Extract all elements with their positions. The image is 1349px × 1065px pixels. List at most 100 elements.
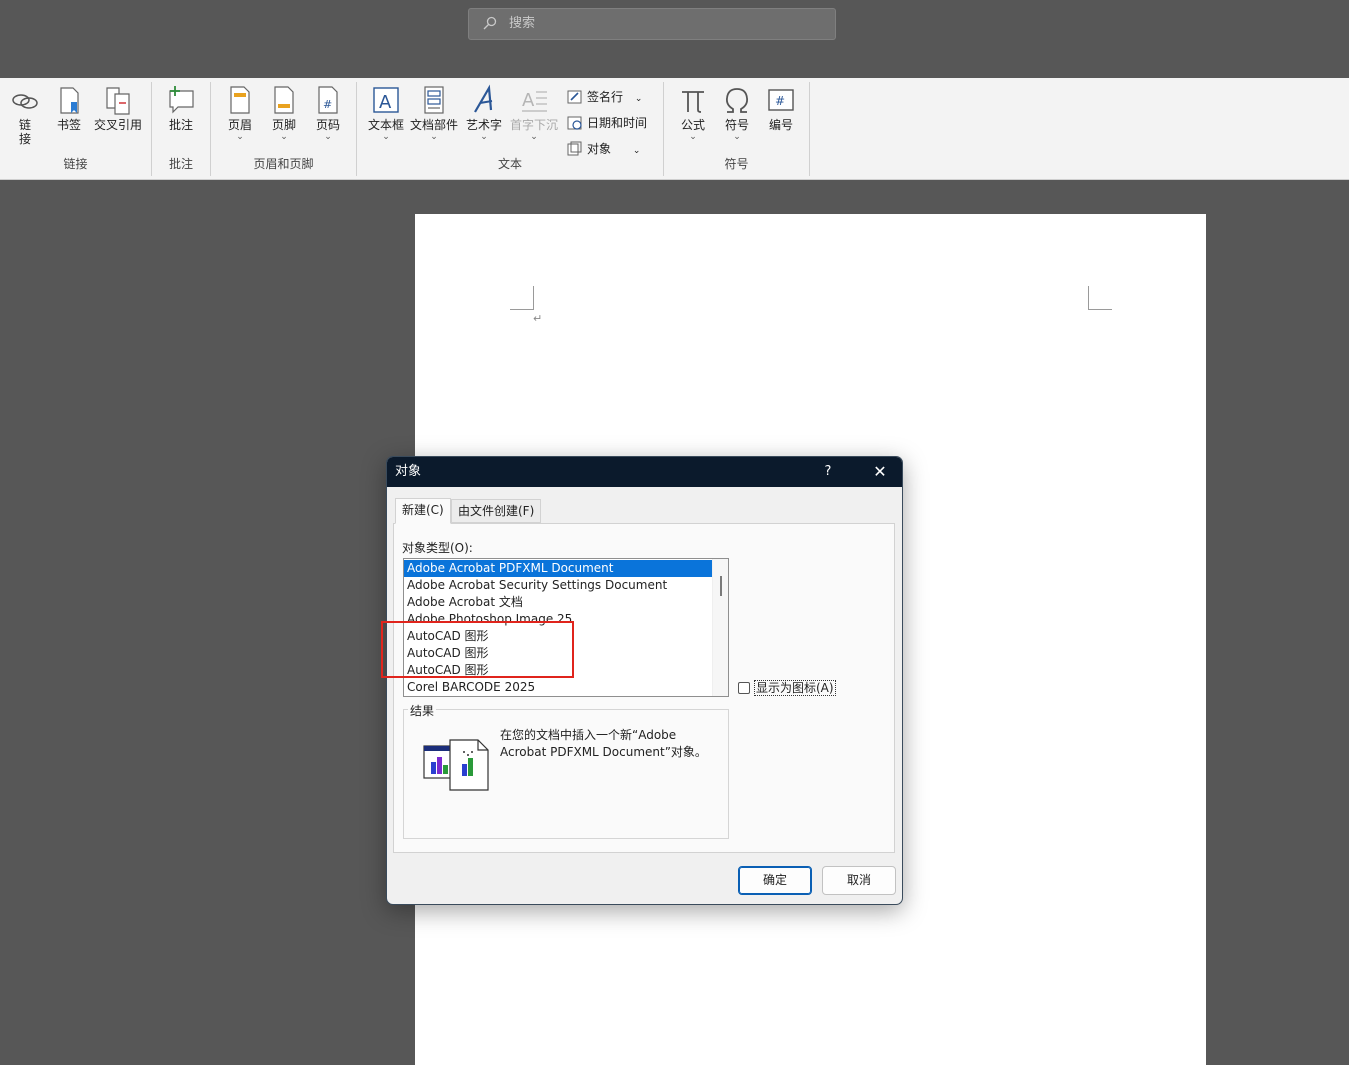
text-group-label: 文本 — [497, 157, 522, 171]
ok-button[interactable]: 确定 — [738, 866, 812, 895]
tab-new[interactable]: 新建(C) — [395, 498, 451, 524]
header-icon — [230, 86, 250, 114]
numbering-icon: # — [768, 89, 794, 111]
display-as-icon-checkbox[interactable]: 显示为图标(A) — [738, 680, 836, 696]
object-label: 对象 — [587, 142, 612, 156]
textbox-label: 文本框 — [367, 118, 404, 132]
links-group-label: 链接 — [63, 157, 88, 171]
cancel-button[interactable]: 取消 — [822, 866, 896, 895]
ribbon-group-comments: 批注 批注 — [152, 82, 211, 176]
drop-cap-dropdown-icon: ⌄ — [530, 132, 538, 142]
equation-dropdown-icon: ⌄ — [689, 132, 697, 142]
footer-dropdown-icon: ⌄ — [280, 132, 288, 142]
comments-group-label: 批注 — [168, 157, 193, 171]
link-button[interactable]: 链 接 — [8, 84, 42, 146]
ribbon-group-links: 链 接 书签 交叉引用 链接 — [0, 82, 152, 176]
link-label: 链 接 — [18, 118, 31, 146]
symbol-button[interactable]: 符号 ⌄ — [720, 84, 754, 142]
tab-create-from-file[interactable]: 由文件创建(F) — [451, 499, 542, 523]
search-box[interactable]: 搜索 — [468, 8, 836, 40]
header-dropdown-icon: ⌄ — [236, 132, 244, 142]
highlight-annotation-box — [381, 621, 574, 678]
textbox-dropdown-icon: ⌄ — [382, 132, 390, 142]
signature-line-button[interactable]: 签名行 ⌄ — [565, 86, 642, 108]
list-item[interactable]: Adobe Acrobat PDFXML Document — [404, 560, 712, 577]
quick-parts-label: 文档部件 — [409, 118, 458, 132]
equation-pi-icon — [682, 91, 704, 113]
footer-label: 页脚 — [271, 118, 296, 132]
numbering-button[interactable]: # 编号 — [764, 84, 798, 132]
wordart-button[interactable]: 艺术字 ⌄ — [463, 84, 505, 142]
link-icon — [12, 94, 38, 109]
insert-object-chart-icon — [423, 739, 489, 791]
list-item[interactable]: Corel BARCODE 2025 — [404, 679, 712, 696]
list-scrollbar-thumb[interactable] — [720, 576, 722, 596]
page-number-dropdown-icon: ⌄ — [324, 132, 332, 142]
ribbon-group-symbols: 公式 ⌄ 符号 ⌄ # 编号 符号 — [664, 82, 810, 176]
drop-cap-button[interactable]: A 首字下沉 ⌄ — [509, 84, 559, 142]
result-groupbox: 结果 在您的文档中插入一个新“Adobe Acrobat PDFXML Docu… — [403, 702, 729, 839]
quick-parts-dropdown-icon: ⌄ — [430, 132, 438, 142]
margin-corner-top-left — [510, 286, 534, 310]
bookmark-icon — [60, 87, 79, 114]
dialog-close-button[interactable]: ✕ — [868, 457, 892, 487]
result-description: 在您的文档中插入一个新“Adobe Acrobat PDFXML Documen… — [500, 728, 707, 759]
ribbon: 链 接 书签 交叉引用 链接 批注 批注 页眉 ⌄ 页脚 ⌄ # 页码 ⌄ 页眉… — [0, 78, 1349, 180]
wordart-label: 艺术字 — [465, 118, 502, 132]
list-item[interactable]: Adobe Acrobat 文档 — [404, 594, 712, 611]
cross-reference-label: 交叉引用 — [93, 118, 142, 132]
symbol-label: 符号 — [724, 118, 749, 132]
symbols-group-label: 符号 — [724, 157, 749, 171]
search-placeholder: 搜索 — [509, 16, 536, 31]
equation-label: 公式 — [680, 118, 705, 132]
quick-parts-icon — [424, 86, 444, 114]
wordart-dropdown-icon: ⌄ — [480, 132, 488, 142]
object-dialog: 对象 ? ✕ 新建(C) 由文件创建(F) 对象类型(O): Adobe Acr… — [386, 456, 903, 905]
footer-button[interactable]: 页脚 ⌄ — [267, 84, 301, 142]
signature-line-dropdown-icon: ⌄ — [634, 94, 643, 104]
signature-line-icon — [567, 90, 582, 104]
svg-text:A: A — [522, 90, 535, 111]
tab-panel-new: 对象类型(O): Adobe Acrobat PDFXML Document A… — [393, 523, 895, 853]
drop-cap-label: 首字下沉 — [509, 118, 558, 132]
display-as-icon-box[interactable] — [738, 682, 750, 694]
list-item[interactable]: Adobe Acrobat Security Settings Document — [404, 577, 712, 594]
result-legend: 结果 — [408, 702, 437, 719]
search-icon — [483, 16, 497, 30]
date-time-label: 日期和时间 — [587, 116, 648, 130]
quick-parts-button[interactable]: 文档部件 ⌄ — [409, 84, 459, 142]
comment-label: 批注 — [168, 118, 193, 132]
cross-reference-button[interactable]: 交叉引用 — [92, 84, 144, 132]
textbox-button[interactable]: A 文本框 ⌄ — [365, 84, 407, 142]
cross-reference-icon — [106, 87, 130, 115]
date-time-button[interactable]: 日期和时间 — [565, 112, 647, 134]
wordart-icon — [474, 84, 493, 113]
object-type-label: 对象类型(O): — [402, 541, 473, 555]
svg-text:A: A — [379, 92, 392, 113]
list-scrollbar[interactable] — [712, 559, 728, 696]
equation-button[interactable]: 公式 ⌄ — [676, 84, 710, 142]
paragraph-mark: ↵ — [533, 312, 543, 325]
page-number-label: 页码 — [315, 118, 340, 132]
header-label: 页眉 — [227, 118, 252, 132]
ribbon-group-header-footer: 页眉 ⌄ 页脚 ⌄ # 页码 ⌄ 页眉和页脚 — [211, 82, 357, 176]
footer-icon — [274, 86, 294, 114]
page-number-button[interactable]: # 页码 ⌄ — [311, 84, 345, 142]
display-as-icon-label: 显示为图标(A) — [754, 680, 836, 696]
margin-corner-top-right — [1088, 286, 1112, 310]
bookmark-label: 书签 — [56, 118, 81, 132]
signature-line-label: 签名行 — [587, 90, 624, 104]
comment-icon — [169, 86, 194, 114]
date-time-icon — [567, 116, 582, 130]
numbering-label: 编号 — [768, 118, 793, 132]
svg-text:#: # — [323, 98, 332, 111]
header-button[interactable]: 页眉 ⌄ — [223, 84, 257, 142]
omega-symbol-icon — [725, 88, 749, 113]
symbol-dropdown-icon: ⌄ — [733, 132, 741, 142]
page-number-icon: # — [318, 86, 338, 114]
bookmark-button[interactable]: 书签 — [52, 84, 86, 132]
ribbon-group-text: A 文本框 ⌄ 文档部件 ⌄ 艺术字 ⌄ A 首字下沉 ⌄ 签名行 ⌄ 日期和时… — [357, 82, 664, 176]
dialog-help-button[interactable]: ? — [818, 457, 838, 487]
title-bar: 搜索 — [0, 0, 1349, 78]
new-comment-button[interactable]: 批注 — [164, 84, 198, 132]
